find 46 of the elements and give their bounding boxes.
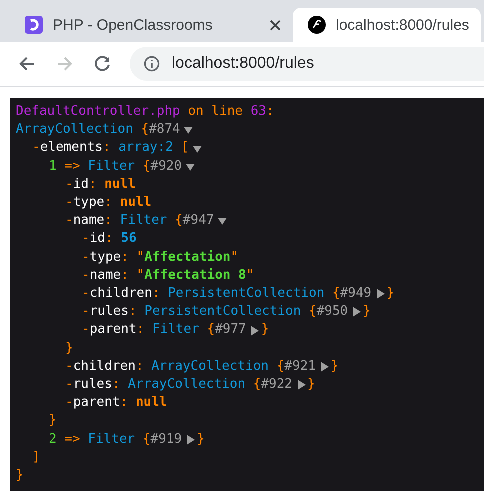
site-logo-icon xyxy=(308,16,326,34)
closing-brace: } xyxy=(363,303,371,322)
address-bar[interactable]: localhost:8000/rules xyxy=(130,47,484,81)
expand-triangle-icon[interactable] xyxy=(250,326,260,336)
dump-line-text: -type: null xyxy=(66,194,152,212)
closing-brace: } xyxy=(16,467,24,486)
closing-brace: } xyxy=(66,340,74,358)
closing-brace: } xyxy=(330,358,339,376)
info-icon[interactable] xyxy=(144,56,160,72)
dump-line-text: ArrayCollection {#874 xyxy=(16,121,180,140)
dump-line-text: -parent: Filter {#977 xyxy=(82,321,246,340)
browser-tab[interactable]: localhost:8000/rules xyxy=(293,8,482,42)
dump-line-text: -rules: ArrayCollection {#922 xyxy=(66,376,292,394)
expand-triangle-icon[interactable] xyxy=(186,434,196,445)
closing-brace: } xyxy=(261,321,270,340)
browser-tab[interactable]: PHP - OpenClassrooms xyxy=(10,8,293,42)
closing-brace: } xyxy=(308,376,316,394)
expand-triangle-icon[interactable] xyxy=(352,307,362,318)
dump-line-text: -rules: PersistentCollection {#950 xyxy=(82,303,348,322)
expand-triangle-icon[interactable] xyxy=(376,289,385,300)
collapse-triangle-icon[interactable] xyxy=(186,162,196,172)
closing-brace: } xyxy=(49,412,57,430)
dump-line-text: -name: Filter {#947 xyxy=(66,212,214,230)
back-arrow-icon[interactable] xyxy=(18,55,36,73)
collapse-triangle-icon[interactable] xyxy=(193,144,202,154)
dump-line-text: -type: "Affectation" xyxy=(82,248,239,267)
reload-icon[interactable] xyxy=(94,55,112,73)
dump-line-text: -elements: array:2 [ xyxy=(32,139,190,158)
dump-line-text: -name: "Affectation 8" xyxy=(82,266,254,285)
closing-brace: ] xyxy=(32,448,40,467)
dump-line-text: -children: ArrayCollection {#921 xyxy=(66,358,316,376)
closing-brace: } xyxy=(386,285,394,304)
close-icon[interactable] xyxy=(270,20,281,30)
expand-triangle-icon[interactable] xyxy=(320,362,329,372)
dump-line-text: 1 => Filter {#920 xyxy=(49,158,182,176)
expand-triangle-icon[interactable] xyxy=(296,380,306,390)
site-logo-icon xyxy=(25,16,43,34)
dump-line-text: -id: 56 xyxy=(82,230,137,248)
dump-line-text: -id: null xyxy=(66,176,136,194)
dump-line-text: 2 => Filter {#919 xyxy=(49,430,182,449)
dump-line-text: -children: PersistentCollection {#949 xyxy=(82,285,372,304)
dump-line-text: -parent: null xyxy=(66,394,168,412)
dump-line-text: DefaultController.php on line 63: xyxy=(16,103,274,121)
collapse-triangle-icon[interactable] xyxy=(184,125,194,136)
closing-brace: } xyxy=(197,430,205,449)
collapse-triangle-icon[interactable] xyxy=(218,216,228,226)
